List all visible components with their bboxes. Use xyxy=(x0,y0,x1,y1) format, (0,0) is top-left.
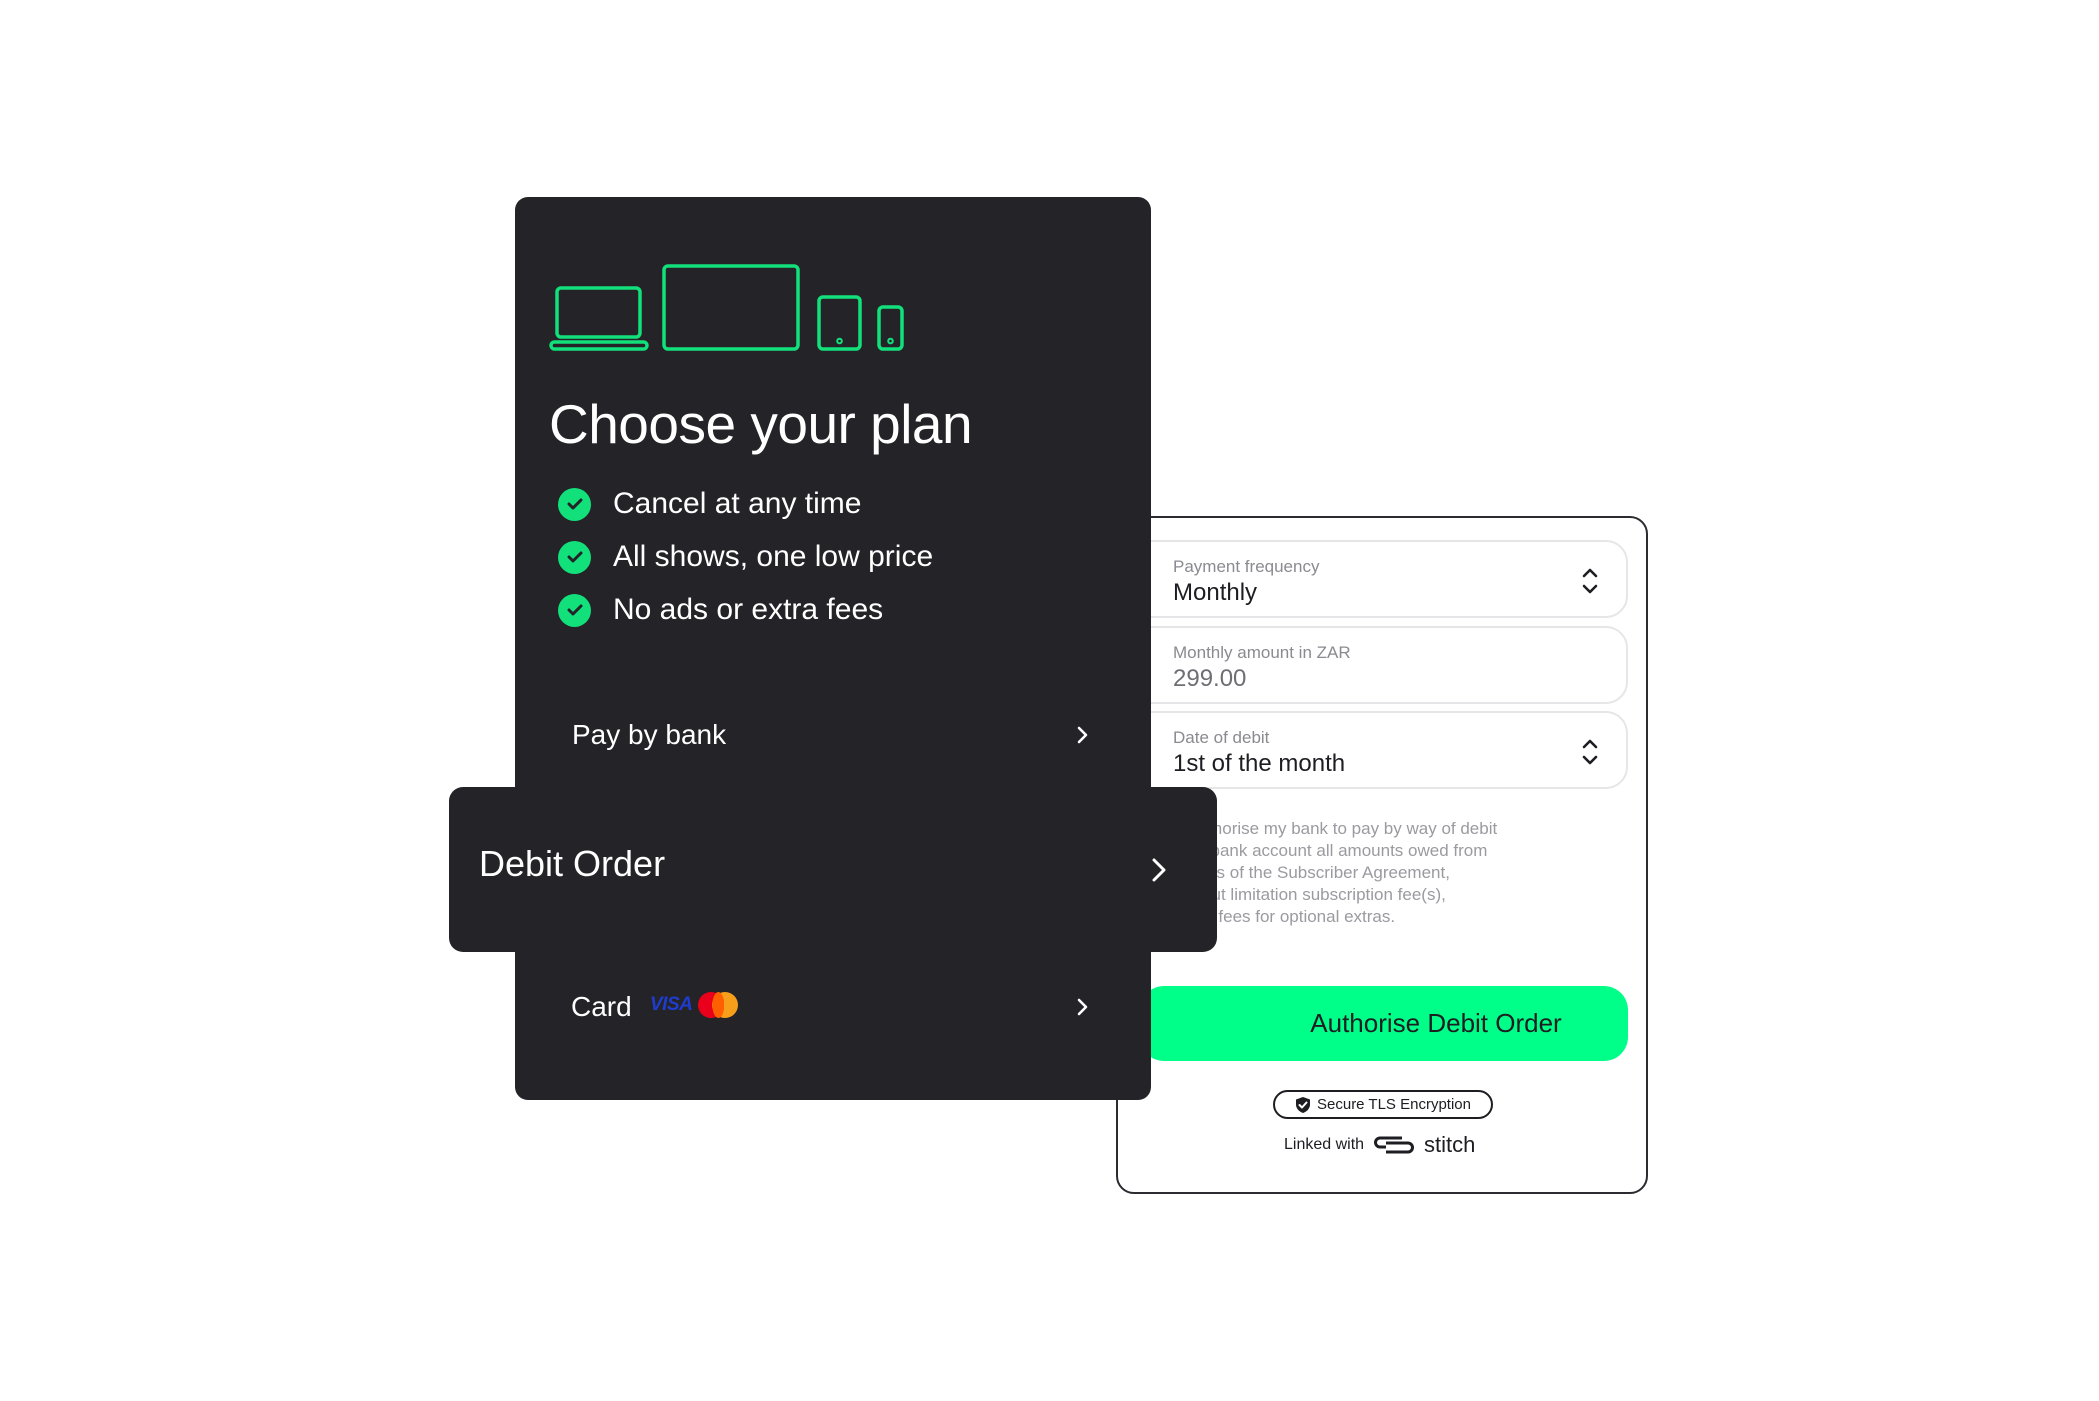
card-label: Card xyxy=(571,991,632,1022)
debit-order-label: Debit Order xyxy=(479,843,666,884)
pay-by-bank-label: Pay by bank xyxy=(572,719,727,750)
feature-text: All shows, one low price xyxy=(613,540,934,573)
card-brand-logos: VISA xyxy=(650,992,739,1018)
secure-tls-text: Secure TLS Encryption xyxy=(1317,1096,1471,1113)
feature-item: Cancel at any time xyxy=(558,487,861,521)
date-of-debit-select[interactable]: Date of debit 1st of the month xyxy=(1120,711,1628,789)
feature-item: All shows, one low price xyxy=(558,540,933,574)
device-icons xyxy=(549,264,904,351)
laptop-icon xyxy=(549,286,649,351)
secure-tls-badge: Secure TLS Encryption xyxy=(1273,1090,1493,1119)
date-of-debit-label: Date of debit xyxy=(1173,728,1270,747)
feature-text: No ads or extra fees xyxy=(613,593,884,626)
updown-chevron-icon xyxy=(1582,568,1598,594)
monthly-amount-label: Monthly amount in ZAR xyxy=(1173,643,1351,662)
mastercard-logo-icon xyxy=(698,992,739,1018)
stitch-brand-text: stitch xyxy=(1424,1132,1476,1157)
feature-text: Cancel at any time xyxy=(613,487,862,520)
check-circle-icon xyxy=(558,487,591,521)
pay-by-bank-option[interactable]: Pay by bank xyxy=(515,700,1151,770)
tablet-icon xyxy=(817,295,862,351)
linked-with-stitch: Linked with stitch xyxy=(1284,1132,1475,1158)
page-title: Choose your plan xyxy=(549,393,973,455)
monthly-amount-field[interactable]: Monthly amount in ZAR 299.00 xyxy=(1120,626,1628,704)
monthly-amount-value: 299.00 xyxy=(1173,665,1247,692)
check-circle-icon xyxy=(558,593,591,627)
card-option[interactable]: Card xyxy=(515,972,1151,1042)
payment-frequency-select[interactable]: Payment frequency Monthly xyxy=(1120,540,1628,618)
feature-item: No ads or extra fees xyxy=(558,593,883,627)
shield-check-icon xyxy=(1296,1096,1310,1113)
chevron-right-icon xyxy=(1152,858,1166,882)
debit-order-option[interactable]: Debit Order xyxy=(449,787,1217,952)
stitch-logo-icon xyxy=(1374,1136,1415,1154)
date-of-debit-value: 1st of the month xyxy=(1173,750,1346,777)
linked-with-text: Linked with xyxy=(1284,1136,1365,1153)
tv-icon xyxy=(662,264,800,351)
chevron-right-icon xyxy=(1077,998,1088,1016)
updown-chevron-icon xyxy=(1582,739,1598,765)
phone-icon xyxy=(877,305,904,351)
authorise-debit-order-button[interactable]: Authorise Debit Order xyxy=(1140,986,1628,1061)
chevron-right-icon xyxy=(1077,726,1088,744)
visa-logo-icon: VISA xyxy=(650,994,693,1015)
check-circle-icon xyxy=(558,540,591,574)
payment-frequency-value: Monthly xyxy=(1173,579,1258,606)
payment-frequency-label: Payment frequency xyxy=(1173,557,1320,576)
